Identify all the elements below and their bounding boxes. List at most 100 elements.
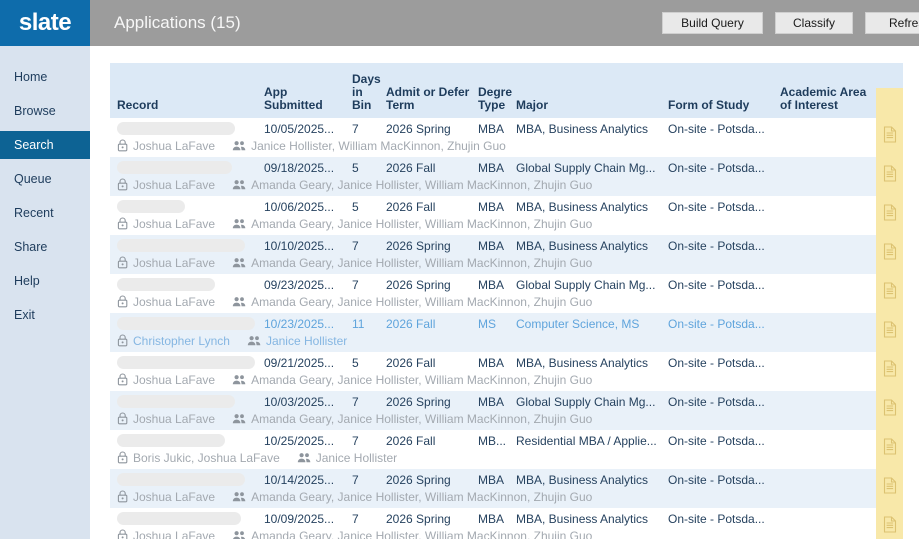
redaction-blob [117,122,235,135]
admit-defer-term: 2026 Spring [386,122,451,136]
admit-defer-term: 2026 Spring [386,473,451,487]
record-owner[interactable]: Joshua LaFave [133,490,215,504]
record-readers[interactable]: Amanda Geary, Janice Hollister, William … [251,490,592,504]
document-icon[interactable] [883,438,897,455]
sidebar-item[interactable]: Recent [0,196,90,230]
document-icon[interactable] [883,243,897,260]
application-row[interactable]: 10/03/2025... 7 2026 Spring MBA Global S… [110,391,903,430]
table-header-row: Record App Submitted Days in Bin Admit o… [110,63,903,118]
days-in-bin: 5 [352,161,359,175]
sidebar-item[interactable]: Search [0,131,90,159]
lock-icon [117,529,128,539]
days-in-bin: 7 [352,434,359,448]
application-row[interactable]: 10/10/2025... 7 2026 Spring MBA MBA, Bus… [110,235,903,274]
column-header-app-submitted[interactable]: App Submitted [260,86,348,118]
application-row[interactable]: 10/25/2025... 7 2026 Fall MB... Resident… [110,430,903,469]
document-icon[interactable] [883,360,897,377]
sidebar-item[interactable]: Home [0,60,90,94]
record-readers[interactable]: Amanda Geary, Janice Hollister, William … [251,178,592,192]
record-owner[interactable]: Joshua LaFave [133,529,215,539]
record-name-redacted [110,122,260,136]
degree-type: MBA [478,278,505,292]
document-icon[interactable] [883,516,897,533]
record-owner[interactable]: Joshua LaFave [133,373,215,387]
application-row[interactable]: 10/14/2025... 7 2026 Spring MBA MBA, Bus… [110,469,903,508]
toolbar-button[interactable]: Refresh [865,12,919,34]
toolbar-button[interactable]: Build Query [662,12,763,34]
record-owner[interactable]: Joshua LaFave [133,178,215,192]
application-row[interactable]: 09/18/2025... 5 2026 Fall MBA Global Sup… [110,157,903,196]
major: MBA, Business Analytics [516,473,649,487]
admit-defer-term: 2026 Fall [386,317,436,331]
record-name-redacted [110,512,260,526]
record-readers[interactable]: Janice Hollister, William MacKinnon, Zhu… [251,139,506,153]
record-readers[interactable]: Amanda Geary, Janice Hollister, William … [251,529,592,539]
sidebar-item[interactable]: Share [0,230,90,264]
lock-icon [117,139,128,152]
applications-table: Record App Submitted Days in Bin Admit o… [110,63,903,539]
application-row[interactable]: 10/05/2025... 7 2026 Spring MBA MBA, Bus… [110,118,903,157]
column-header-form-of-study[interactable]: Form of Study [664,99,776,118]
admit-defer-term: 2026 Spring [386,278,451,292]
column-header-record[interactable]: Record [110,99,260,118]
record-name-redacted [110,200,260,214]
document-icon[interactable] [883,126,897,143]
application-row[interactable]: 10/09/2025... 7 2026 Spring MBA MBA, Bus… [110,508,903,539]
app-submitted-date: 10/05/2025... [264,122,335,136]
sidebar-item-label: Share [14,240,48,254]
application-row[interactable]: 09/21/2025... 5 2026 Fall MBA MBA, Busin… [110,352,903,391]
document-icon[interactable] [883,165,897,182]
sidebar-item[interactable]: Help [0,264,90,298]
record-owner[interactable]: Joshua LaFave [133,256,215,270]
record-owner[interactable]: Joshua LaFave [133,139,215,153]
form-of-study: On-site - Potsda... [668,122,765,136]
record-owner[interactable]: Joshua LaFave [133,412,215,426]
form-of-study: On-site - Potsda... [668,239,765,253]
degree-type: MBA [478,122,505,136]
admit-defer-term: 2026 Fall [386,200,436,214]
record-readers[interactable]: Janice Hollister [266,334,347,348]
document-icon[interactable] [883,282,897,299]
column-header-major[interactable]: Major [512,99,664,118]
readers-icon [232,180,246,190]
document-icon[interactable] [883,399,897,416]
record-readers[interactable]: Amanda Geary, Janice Hollister, William … [251,256,592,270]
record-owner[interactable]: Joshua LaFave [133,295,215,309]
days-in-bin: 7 [352,278,359,292]
academic-area-of-interest [776,239,876,253]
sidebar-item[interactable]: Exit [0,298,90,332]
column-header-degree-type[interactable]: Degree Type [474,86,512,118]
record-readers[interactable]: Amanda Geary, Janice Hollister, William … [251,373,592,387]
record-readers[interactable]: Amanda Geary, Janice Hollister, William … [251,295,592,309]
days-in-bin: 7 [352,395,359,409]
record-name-redacted [110,434,260,448]
application-row[interactable]: 09/23/2025... 7 2026 Spring MBA Global S… [110,274,903,313]
document-icon[interactable] [883,204,897,221]
column-header-academic-area[interactable]: Academic Area of Interest [776,86,876,118]
sidebar-item[interactable]: Browse [0,94,90,128]
record-readers[interactable]: Amanda Geary, Janice Hollister, William … [251,217,592,231]
app-submitted-date: 09/23/2025... [264,278,335,292]
record-readers[interactable]: Amanda Geary, Janice Hollister, William … [251,412,592,426]
application-row[interactable]: 10/06/2025... 5 2026 Fall MBA MBA, Busin… [110,196,903,235]
document-icon[interactable] [883,321,897,338]
lock-icon [117,295,128,308]
application-row[interactable]: 10/23/2025... 11 2026 Fall MS Computer S… [110,313,903,352]
record-readers[interactable]: Janice Hollister [316,451,397,465]
record-owner[interactable]: Christopher Lynch [133,334,230,348]
record-owner[interactable]: Joshua LaFave [133,217,215,231]
column-header-days-in-bin[interactable]: Days in Bin [348,73,382,118]
sidebar-item-label: Queue [14,172,52,186]
document-icon[interactable] [883,477,897,494]
degree-type: MBA [478,161,505,175]
application-row-sub-line: Joshua LaFave Janice Hollister, William … [110,137,903,154]
toolbar-button[interactable]: Classify [775,12,853,34]
slate-logo[interactable]: slate [0,0,90,46]
application-row-main-line: 09/18/2025... 5 2026 Fall MBA Global Sup… [110,157,903,175]
column-header-admit-term[interactable]: Admit or Defer Term [382,86,474,118]
record-owner[interactable]: Boris Jukic, Joshua LaFave [133,451,280,465]
lock-icon [117,178,128,191]
major: Global Supply Chain Mg... [516,395,656,409]
sidebar-item[interactable]: Queue [0,162,90,196]
record-name-redacted [110,317,260,331]
